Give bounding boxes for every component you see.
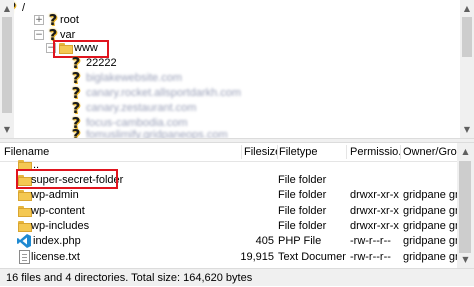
file-owner: gridpane gri... [403, 251, 457, 263]
tree-right-scrollbar[interactable]: ▲ ▼ [460, 0, 474, 138]
folder-icon [18, 190, 32, 201]
file-name: index.php [33, 235, 81, 247]
tree-node-label: biglakewebsite.com [86, 72, 182, 84]
tree-node-label: fomuslimify.gridpaneops.com [86, 129, 228, 138]
tree-node-label: 22222 [86, 57, 117, 69]
status-bar: 16 files and 4 directories. Total size: … [0, 268, 474, 286]
highlight-box-super-secret-folder [16, 169, 118, 189]
folder-icon [18, 221, 32, 232]
text-document-icon [19, 250, 30, 264]
scrollbar-thumb[interactable] [462, 17, 472, 57]
tree-vertical-scrollbar[interactable]: ▲ ▼ [0, 0, 14, 138]
file-list-scrollbar[interactable]: ▲ ▼ [457, 143, 474, 268]
scroll-up-icon[interactable]: ▲ [0, 0, 14, 17]
scroll-up-icon[interactable]: ▲ [457, 143, 474, 160]
folder-icon [18, 206, 32, 217]
file-row-license-txt[interactable]: license.txt 19,915 Text Document -rw-r--… [0, 249, 457, 265]
file-row-wp-includes[interactable]: wp-includes File folder drwxr-xr-x gridp… [0, 218, 457, 234]
file-type: PHP File [278, 235, 322, 247]
file-permissions: drwxr-xr-x [350, 205, 399, 217]
file-row-wp-content[interactable]: wp-content File folder drwxr-xr-x gridpa… [0, 203, 457, 219]
file-owner: gridpane gri... [403, 220, 457, 232]
file-permissions: -rw-r--r-- [350, 235, 391, 247]
scroll-up-icon[interactable]: ▲ [460, 0, 474, 17]
unknown-folder-icon: ? [71, 126, 81, 138]
tree-node-site[interactable]: ? canary.rocket.allsportdarkh.com [2, 85, 302, 101]
file-name: wp-includes [31, 220, 90, 232]
file-type: File folder [278, 220, 327, 232]
expand-icon[interactable]: + [34, 15, 44, 25]
file-row-index-php[interactable]: index.php 405 PHP File -rw-r--r-- gridpa… [0, 233, 457, 249]
file-size: 19,915 [240, 251, 274, 263]
file-type: Text Document [278, 251, 346, 263]
scroll-down-icon[interactable]: ▼ [457, 251, 474, 268]
scrollbar-thumb[interactable] [2, 17, 12, 113]
file-owner: gridpane gri... [403, 189, 457, 201]
remote-directory-tree: ? / + ? root − ? var − www ? 22222 ? big… [0, 0, 474, 138]
tree-node-site[interactable]: ? fomuslimify.gridpaneops.com [2, 127, 282, 138]
file-name: license.txt [31, 251, 80, 263]
file-owner: gridpane gri... [403, 205, 457, 217]
tree-node-site[interactable]: ? biglakewebsite.com [2, 70, 262, 86]
file-permissions: drwxr-xr-x [350, 189, 399, 201]
scroll-down-icon[interactable]: ▼ [460, 121, 474, 138]
tree-node-label: canary.rocket.allsportdarkh.com [86, 87, 242, 99]
file-owner: gridpane gri... [403, 235, 457, 247]
tree-node-label: canary.zestaurant.com [86, 102, 197, 114]
file-permissions: drwxr-xr-x [350, 220, 399, 232]
file-type: File folder [278, 189, 327, 201]
file-size: 405 [255, 235, 274, 247]
scroll-down-icon[interactable]: ▼ [0, 121, 14, 138]
vscode-php-icon [17, 234, 31, 248]
file-row-wp-admin[interactable]: wp-admin File folder drwxr-xr-x gridpane… [0, 187, 457, 203]
collapse-icon[interactable]: − [34, 30, 44, 40]
tree-node-22222[interactable]: ? 22222 [2, 55, 162, 71]
scrollbar-thumb[interactable] [459, 161, 471, 253]
file-type: File folder [278, 205, 327, 217]
file-permissions: -rw-r--r-- [350, 251, 391, 263]
tree-node-root[interactable]: + ? root [2, 12, 162, 28]
file-type: File folder [278, 174, 327, 186]
tree-node-label: root [60, 14, 79, 26]
file-name: wp-admin [31, 189, 79, 201]
file-name: wp-content [31, 205, 85, 217]
tree-node-site[interactable]: ? canary.zestaurant.com [2, 100, 262, 116]
